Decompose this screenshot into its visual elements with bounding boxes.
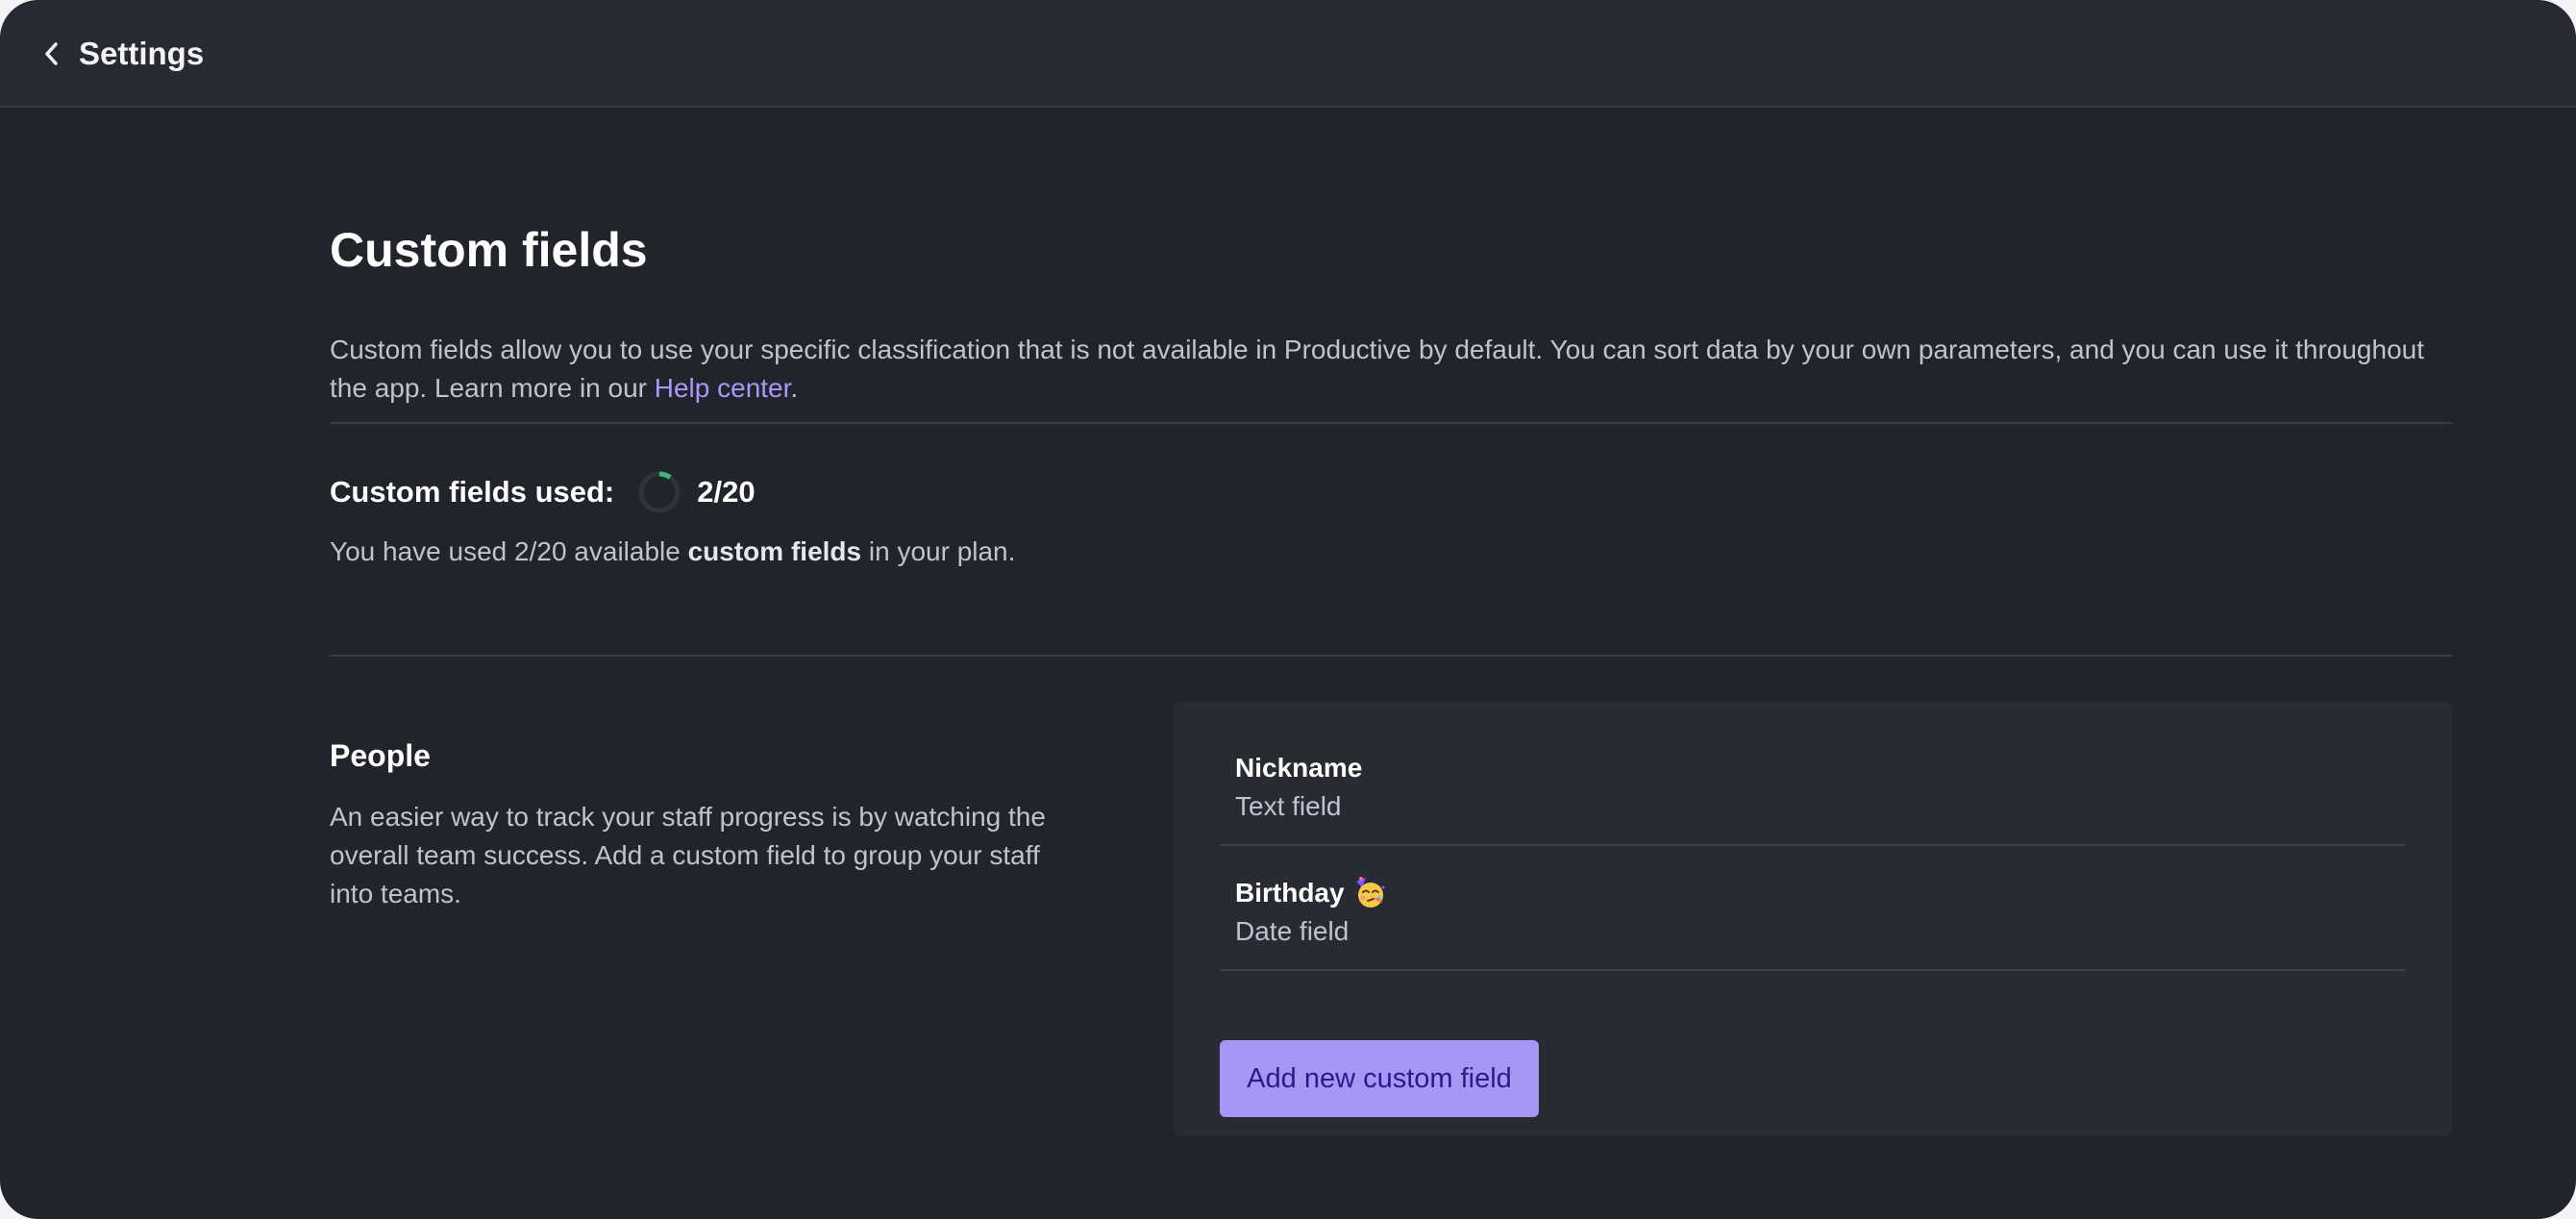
- field-name-label: Nickname: [1235, 753, 1363, 783]
- usage-progress-ring: [638, 471, 681, 513]
- page-title: Custom fields: [330, 223, 648, 277]
- chevron-left-icon: [42, 40, 62, 67]
- people-fields-card: Nickname Text field Birthday Date field …: [1174, 702, 2452, 1136]
- people-section-title: People: [330, 738, 431, 773]
- divider: [330, 655, 2452, 657]
- back-to-settings-link[interactable]: Settings: [42, 31, 204, 77]
- custom-field-item[interactable]: Nickname Text field: [1220, 721, 2406, 846]
- field-name: Nickname: [1235, 750, 1362, 786]
- usage-count: 2/20: [697, 475, 755, 509]
- partying-face-icon: [1352, 876, 1387, 910]
- usage-note-bold: custom fields: [687, 536, 862, 566]
- field-type: Date field: [1235, 916, 1350, 946]
- divider: [330, 422, 2452, 424]
- usage-note-suffix: in your plan.: [861, 536, 1016, 566]
- usage-label: Custom fields used:: [330, 475, 615, 509]
- intro-end: .: [790, 373, 799, 403]
- custom-field-item[interactable]: Birthday Date field: [1220, 846, 2406, 971]
- add-custom-field-button[interactable]: Add new custom field: [1220, 1040, 1539, 1117]
- field-name: Birthday: [1235, 875, 1387, 911]
- intro-text: Custom fields allow you to use your spec…: [330, 331, 2452, 408]
- top-bar: Settings: [0, 0, 2576, 108]
- field-type: Text field: [1235, 791, 1342, 821]
- intro-body: Custom fields allow you to use your spec…: [330, 335, 2424, 403]
- people-section-description: An easier way to track your staff progre…: [330, 802, 1046, 908]
- field-name-label: Birthday: [1235, 878, 1345, 908]
- help-center-link[interactable]: Help center: [655, 373, 791, 403]
- usage-summary: Custom fields used: 2/20: [330, 467, 755, 517]
- usage-note: You have used 2/20 available custom fiel…: [330, 533, 1015, 571]
- back-label: Settings: [79, 36, 205, 71]
- usage-note-prefix: You have used 2/20 available: [330, 536, 688, 566]
- settings-window: Settings Custom fields Custom fields all…: [0, 0, 2576, 1219]
